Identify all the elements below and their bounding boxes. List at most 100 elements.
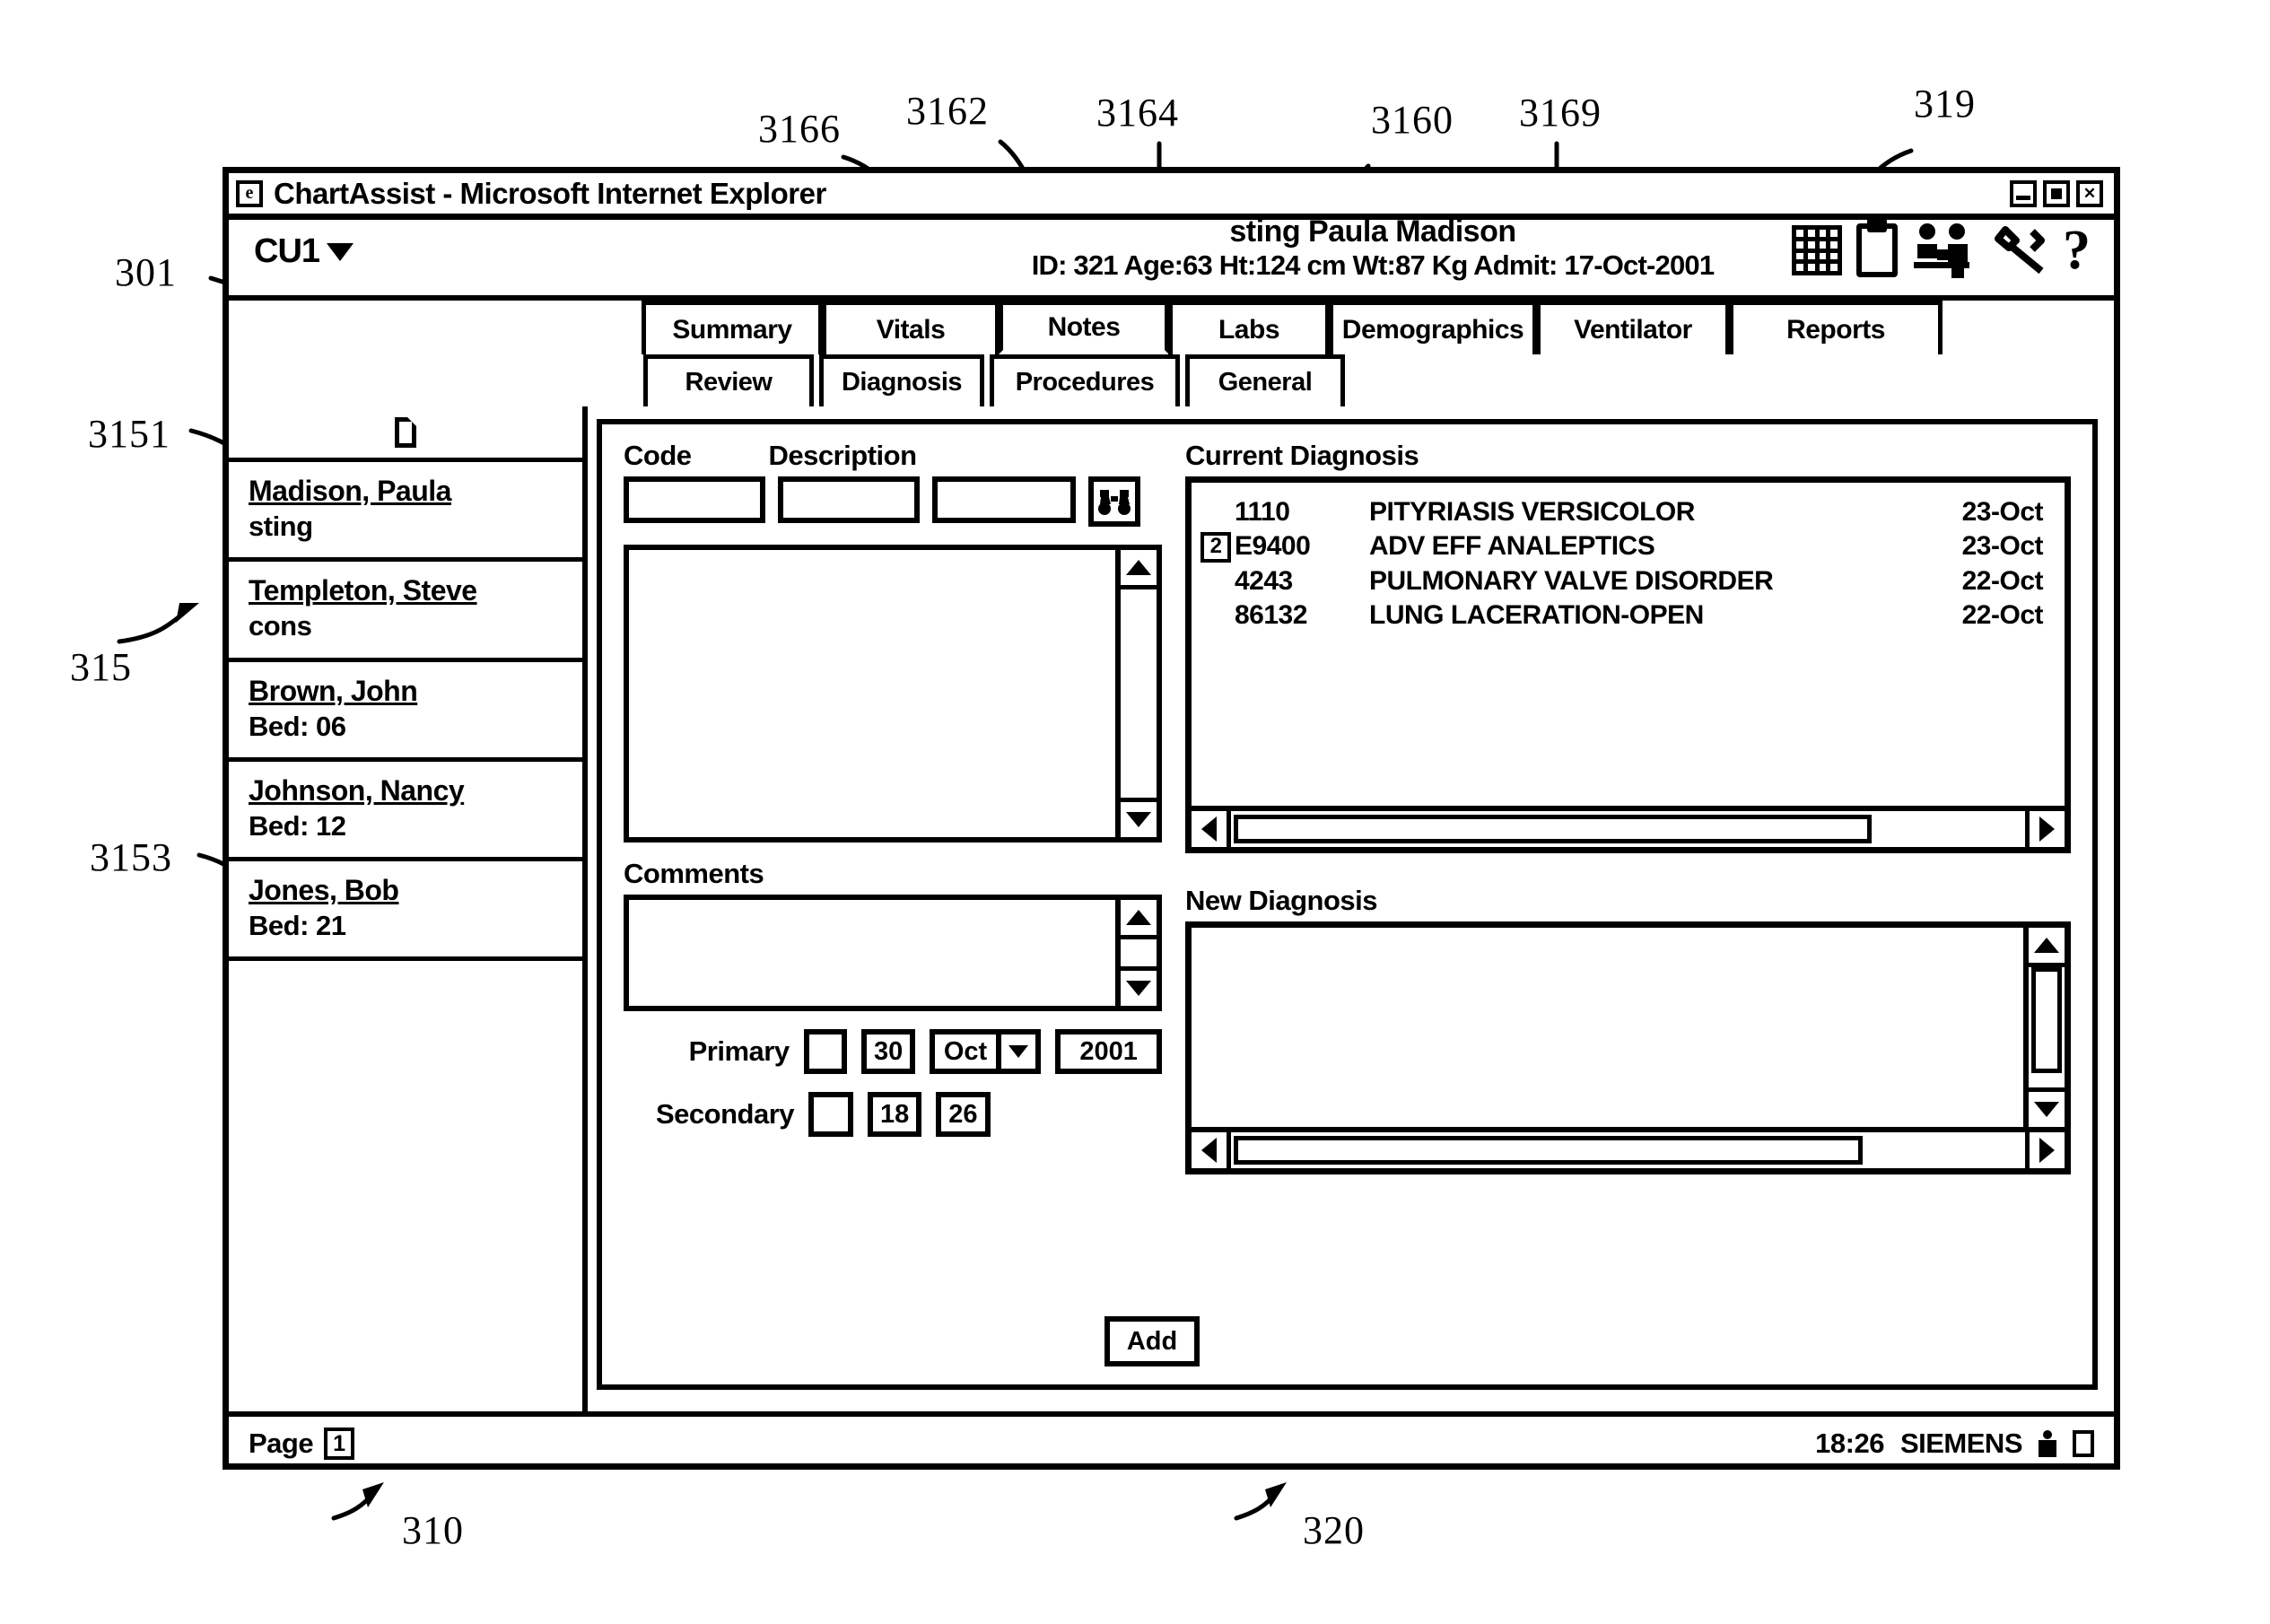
scroll-down-button[interactable] bbox=[2029, 1087, 2065, 1127]
diagnosis-code: 4243 bbox=[1235, 565, 1293, 596]
scroll-left-button[interactable] bbox=[1192, 1132, 1231, 1169]
scroll-up-button[interactable] bbox=[1121, 900, 1157, 940]
subtab-procedures[interactable]: Procedures bbox=[990, 354, 1180, 406]
help-icon[interactable]: ? bbox=[2063, 223, 2091, 278]
tab-notes[interactable]: Notes bbox=[999, 301, 1169, 354]
page-number[interactable]: 1 bbox=[324, 1428, 355, 1460]
comments-label: Comments bbox=[624, 858, 764, 890]
table-row[interactable]: 86132 LUNG LACERATION-OPEN 22-Oct bbox=[1192, 598, 2065, 633]
clipboard-icon[interactable] bbox=[1856, 223, 1898, 277]
patient-list-item[interactable]: Brown, John Bed: 06 bbox=[229, 662, 582, 762]
scroll-up-button[interactable] bbox=[2029, 928, 2065, 968]
scroll-thumb[interactable] bbox=[2031, 967, 2062, 1074]
diagnosis-description: ADV EFF ANALEPTICS bbox=[1369, 531, 1655, 562]
tab-ventilator[interactable]: Ventilator bbox=[1536, 301, 1730, 354]
scroll-down-button[interactable] bbox=[1121, 966, 1157, 1006]
scroll-up-button[interactable] bbox=[1121, 550, 1157, 590]
patient-name-link[interactable]: Madison, Paula bbox=[249, 473, 582, 509]
patient-list-item[interactable]: Madison, Paula sting bbox=[229, 462, 582, 563]
chevron-down-icon[interactable] bbox=[996, 1035, 1035, 1070]
tab-vitals[interactable]: Vitals bbox=[822, 301, 1000, 354]
minimize-button[interactable] bbox=[2010, 179, 2037, 207]
maximize-button[interactable] bbox=[2043, 179, 2070, 207]
primary-year[interactable]: 2001 bbox=[1055, 1029, 1162, 1075]
new-diagnosis-box[interactable] bbox=[1185, 921, 2071, 1175]
ref-310: 310 bbox=[402, 1508, 464, 1552]
status-bar: Page 1 18:26 SIEMENS bbox=[229, 1411, 2114, 1471]
description-label: Description bbox=[768, 440, 918, 471]
secondary-value-a[interactable]: 18 bbox=[868, 1092, 922, 1138]
diagnosis-results-scrollbar[interactable] bbox=[1115, 550, 1157, 838]
subtab-general[interactable]: General bbox=[1185, 354, 1345, 406]
primary-checkbox[interactable] bbox=[803, 1029, 848, 1075]
scroll-track[interactable] bbox=[1874, 811, 2025, 847]
table-row[interactable]: 4243 PULMONARY VALVE DISORDER 22-Oct bbox=[1192, 564, 2065, 598]
tab-labs[interactable]: Labs bbox=[1168, 301, 1330, 354]
scroll-track[interactable] bbox=[1121, 939, 1157, 966]
patient-name-link[interactable]: Johnson, Nancy bbox=[249, 773, 582, 808]
patient-name-link[interactable]: Jones, Bob bbox=[249, 872, 582, 908]
diagnosis-lists-column: Current Diagnosis 1110 PITYRIASIS VERSIC… bbox=[1185, 440, 2071, 1368]
secondary-checkbox[interactable] bbox=[808, 1092, 853, 1138]
patient-sub-label: Bed: 12 bbox=[249, 809, 346, 842]
primary-month-select[interactable]: Oct bbox=[929, 1029, 1042, 1075]
add-button[interactable]: Add bbox=[1104, 1316, 1200, 1366]
current-diagnosis-box[interactable]: 1110 PITYRIASIS VERSICOLOR 23-Oct 2 E940… bbox=[1185, 476, 2071, 854]
ref-3169: 3169 bbox=[1519, 91, 1602, 135]
wrench-icon[interactable] bbox=[1993, 223, 2048, 277]
tab-reports[interactable]: Reports bbox=[1729, 301, 1943, 354]
patient-name-link[interactable]: Brown, John bbox=[249, 673, 582, 709]
page-label: Page bbox=[249, 1428, 314, 1459]
scroll-right-button[interactable] bbox=[2025, 811, 2065, 848]
care-unit-selector[interactable]: CU1 bbox=[254, 232, 354, 271]
binoculars-icon[interactable] bbox=[1088, 476, 1140, 528]
description-input[interactable] bbox=[778, 476, 920, 524]
comments-text[interactable] bbox=[629, 900, 1115, 1006]
scroll-thumb[interactable] bbox=[1234, 1136, 1863, 1166]
diagnosis-results-list[interactable] bbox=[624, 545, 1162, 843]
scroll-right-button[interactable] bbox=[2025, 1132, 2065, 1169]
patient-sub-label: cons bbox=[249, 610, 312, 642]
patient-list-item[interactable]: Templeton, Steve cons bbox=[229, 562, 582, 662]
patient-list-item[interactable]: Jones, Bob Bed: 21 bbox=[229, 861, 582, 962]
description-extra-input[interactable] bbox=[932, 476, 1076, 524]
secondary-row: Secondary 18 26 bbox=[624, 1092, 1162, 1138]
comments-box[interactable] bbox=[624, 895, 1162, 1012]
scroll-track[interactable] bbox=[2029, 967, 2065, 1087]
tab-summary[interactable]: Summary bbox=[642, 301, 823, 354]
current-diagnosis-hscrollbar[interactable] bbox=[1192, 806, 2065, 848]
diagnosis-panel: Code Description Comments Primary 30 Oct… bbox=[597, 419, 2098, 1390]
code-input[interactable] bbox=[624, 476, 765, 524]
tab-demographics[interactable]: Demographics bbox=[1329, 301, 1537, 354]
primary-day[interactable]: 30 bbox=[861, 1029, 915, 1075]
secondary-value-b[interactable]: 26 bbox=[936, 1092, 991, 1138]
subtab-diagnosis[interactable]: Diagnosis bbox=[819, 354, 984, 406]
grid-icon[interactable] bbox=[1792, 223, 1842, 277]
scroll-down-button[interactable] bbox=[1121, 798, 1157, 837]
table-row[interactable]: 2 E9400 ADV EFF ANALEPTICS 23-Oct bbox=[1192, 529, 2065, 563]
subtab-review[interactable]: Review bbox=[643, 354, 814, 406]
table-row[interactable]: 1110 PITYRIASIS VERSICOLOR 23-Oct bbox=[1192, 495, 2065, 529]
chevron-down-icon[interactable] bbox=[327, 242, 354, 261]
battery-icon[interactable] bbox=[2073, 1430, 2094, 1457]
document-icon[interactable] bbox=[395, 416, 416, 448]
ref-315: 315 bbox=[70, 645, 132, 689]
scroll-thumb[interactable] bbox=[1234, 815, 1872, 844]
close-button[interactable]: ✕ bbox=[2076, 179, 2103, 207]
scroll-track[interactable] bbox=[1865, 1132, 2025, 1168]
sub-tab-bar: Review Diagnosis Procedures General bbox=[229, 354, 2114, 406]
new-diagnosis-rows bbox=[1192, 928, 2065, 1128]
scroll-track[interactable] bbox=[1121, 589, 1157, 798]
ref-3153: 3153 bbox=[90, 835, 172, 879]
comments-scrollbar[interactable] bbox=[1115, 900, 1157, 1007]
ref-3162: 3162 bbox=[906, 89, 989, 133]
scroll-left-button[interactable] bbox=[1192, 811, 1231, 848]
new-diagnosis-hscrollbar[interactable] bbox=[1192, 1127, 2065, 1169]
new-diagnosis-vscrollbar[interactable] bbox=[2023, 928, 2065, 1128]
patient-list-item[interactable]: Johnson, Nancy Bed: 12 bbox=[229, 762, 582, 862]
primary-month-value: Oct bbox=[943, 1036, 988, 1066]
patient-name-link[interactable]: Templeton, Steve bbox=[249, 572, 582, 608]
patient-sub-label: Bed: 21 bbox=[249, 910, 346, 942]
person-icon[interactable] bbox=[2039, 1430, 2056, 1457]
consult-icon[interactable] bbox=[1912, 223, 1978, 278]
